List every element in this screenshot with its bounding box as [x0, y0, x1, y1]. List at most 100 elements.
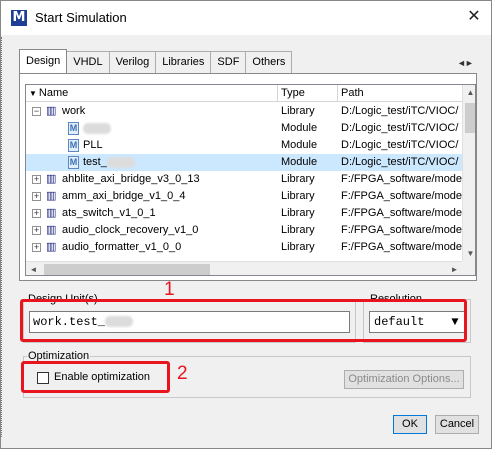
cell-name: + ▥ amm_axi_bridge_v1_0_4 [26, 188, 278, 205]
cell-path: D:/Logic_test/iTC/VIOC/ [341, 156, 459, 168]
library-icon: ▥ [46, 224, 57, 236]
row-name-text: work [62, 105, 86, 117]
cell-type: Library [281, 224, 315, 236]
cancel-button[interactable]: Cancel [435, 415, 479, 434]
row-name-label: test_ [83, 154, 135, 171]
cell-path: F:/FPGA_software/mode [341, 173, 462, 185]
cell-path: F:/FPGA_software/mode [341, 224, 462, 236]
cell-type: Library [281, 190, 315, 202]
vertical-scrollbar[interactable]: ▲ ▼ [462, 85, 475, 261]
row-name-label: PLL [83, 137, 103, 154]
cell-name: − ▥ work [26, 103, 278, 120]
tree-row[interactable]: + ▥ ahblite_axi_bridge_v3_0_13 Library F:/FP… [26, 171, 462, 188]
tab-scroll-arrows-icon[interactable]: ◄► [457, 58, 475, 72]
tab-vhdl[interactable]: VHDL [66, 51, 110, 73]
row-name-label: audio_formatter_v1_0_0 [62, 239, 181, 256]
scroll-right-icon[interactable]: ► [447, 262, 462, 275]
expand-icon[interactable]: + [32, 192, 41, 201]
cell-name: M PLL [26, 137, 278, 154]
tree-row[interactable]: Mtest_ Module D:/Logic_test/iTC/VIOC/ [26, 154, 462, 171]
optimization-options-button[interactable]: Optimization Options... [344, 370, 464, 389]
scroll-down-icon[interactable]: ▼ [463, 246, 475, 261]
cell-name: M [26, 120, 278, 137]
tree-row[interactable]: M Module D:/Logic_test/iTC/VIOC/ [26, 120, 462, 137]
cell-type: Library [281, 241, 315, 253]
cell-name: + ▥ audio_clock_recovery_v1_0 [26, 222, 278, 239]
tab-others[interactable]: Others [245, 51, 293, 73]
cell-type: Module [281, 156, 318, 168]
annotation-box-2 [21, 361, 170, 393]
tree-rows: − ▥ work Library D:/Logic_test/iTC/VIOC/M Mod… [26, 103, 462, 256]
expand-icon[interactable]: + [32, 175, 41, 184]
row-name-text: PLL [83, 139, 103, 151]
row-name-label: ats_switch_v1_0_1 [62, 205, 156, 222]
start-simulation-dialog: M Start Simulation ✕ Design VHDL Verilog Li… [0, 0, 492, 449]
cell-path: F:/FPGA_software/mode [341, 207, 462, 219]
row-name-text: amm_axi_bridge_v1_0_4 [62, 190, 186, 202]
column-header-path[interactable]: Path [338, 85, 462, 102]
cell-path: F:/FPGA_software/mode [341, 190, 462, 202]
library-icon: ▥ [46, 190, 57, 202]
scroll-up-icon[interactable]: ▲ [463, 85, 475, 100]
tab-libraries[interactable]: Libraries [155, 51, 212, 73]
expand-icon[interactable]: + [32, 226, 41, 235]
tree-row[interactable]: M PLL Module D:/Logic_test/iTC/VIOC/ [26, 137, 462, 154]
cell-name: Mtest_ [26, 154, 278, 171]
close-icon[interactable]: ✕ [463, 7, 485, 27]
row-name-text: ahblite_axi_bridge_v3_0_13 [62, 173, 200, 185]
cell-type: Module [281, 122, 318, 134]
column-header-name[interactable]: ▼ Name [26, 85, 278, 102]
tab-design[interactable]: Design [19, 49, 68, 73]
collapse-icon[interactable]: − [32, 107, 41, 116]
cell-name: + ▥ ats_switch_v1_0_1 [26, 205, 278, 222]
window-title: Start Simulation [35, 10, 127, 25]
background-edge [1, 37, 5, 437]
annotation-number-1: 1 [164, 279, 175, 300]
ok-button[interactable]: OK [393, 415, 427, 434]
tree-row[interactable]: + ▥ ats_switch_v1_0_1 Library F:/FPGA_softwa… [26, 205, 462, 222]
row-name-label: ahblite_axi_bridge_v3_0_13 [62, 171, 200, 188]
tab-sdf[interactable]: SDF [210, 51, 247, 73]
module-icon: M [68, 122, 79, 135]
cell-type: Library [281, 173, 315, 185]
column-name-label: Name [38, 87, 69, 99]
module-icon: M [68, 139, 79, 152]
cell-type: Library [281, 207, 315, 219]
row-name-text: audio_formatter_v1_0_0 [62, 241, 182, 253]
cell-path: F:/FPGA_software/mode [341, 241, 462, 253]
column-header-type[interactable]: Type [278, 85, 338, 102]
cell-path: D:/Logic_test/iTC/VIOC/ [341, 122, 459, 134]
tab-verilog[interactable]: Verilog [108, 51, 157, 73]
library-tree[interactable]: ▼ Name Type Path − ▥ work Library D:/Logic_te… [25, 84, 476, 276]
row-name-text: audio_clock_recovery_v1_0 [62, 224, 199, 236]
redacted-text [106, 156, 135, 168]
library-icon: ▥ [46, 207, 57, 219]
tree-row[interactable]: − ▥ work Library D:/Logic_test/iTC/VIOC/ [26, 103, 462, 120]
expand-icon[interactable]: + [32, 243, 41, 252]
vertical-scroll-thumb[interactable] [465, 103, 475, 133]
design-tab-panel: ▼ Name Type Path − ▥ work Library D:/Logic_te… [19, 73, 477, 281]
annotation-box-1 [20, 299, 467, 342]
redacted-text [83, 122, 111, 134]
horizontal-scroll-thumb[interactable] [44, 264, 210, 275]
cell-type: Module [281, 139, 318, 151]
title-bar: M Start Simulation ✕ [1, 1, 491, 35]
tree-row[interactable]: + ▥ audio_clock_recovery_v1_0 Library F:/FPG… [26, 222, 462, 239]
tree-row[interactable]: + ▥ audio_formatter_v1_0_0 Library F:/FPGA_s… [26, 239, 462, 256]
horizontal-scrollbar[interactable]: ◄ ► [26, 261, 462, 275]
cell-path: D:/Logic_test/iTC/VIOC/ [341, 139, 459, 151]
library-icon: ▥ [46, 173, 57, 185]
row-name-text: test_ [83, 156, 107, 168]
tab-bar: Design VHDL Verilog Libraries SDF Others [19, 49, 293, 73]
cell-name: + ▥ audio_formatter_v1_0_0 [26, 239, 278, 256]
tree-row[interactable]: + ▥ amm_axi_bridge_v1_0_4 Library F:/FPGA_so… [26, 188, 462, 205]
annotation-number-2: 2 [177, 363, 188, 384]
scroll-left-icon[interactable]: ◄ [26, 262, 41, 275]
cell-path: D:/Logic_test/iTC/VIOC/ [341, 105, 459, 117]
library-icon: ▥ [46, 241, 57, 253]
cell-name: + ▥ ahblite_axi_bridge_v3_0_13 [26, 171, 278, 188]
library-icon: ▥ [46, 105, 57, 117]
sort-down-icon: ▼ [29, 89, 37, 98]
tree-header: ▼ Name Type Path [26, 85, 462, 102]
expand-icon[interactable]: + [32, 209, 41, 218]
